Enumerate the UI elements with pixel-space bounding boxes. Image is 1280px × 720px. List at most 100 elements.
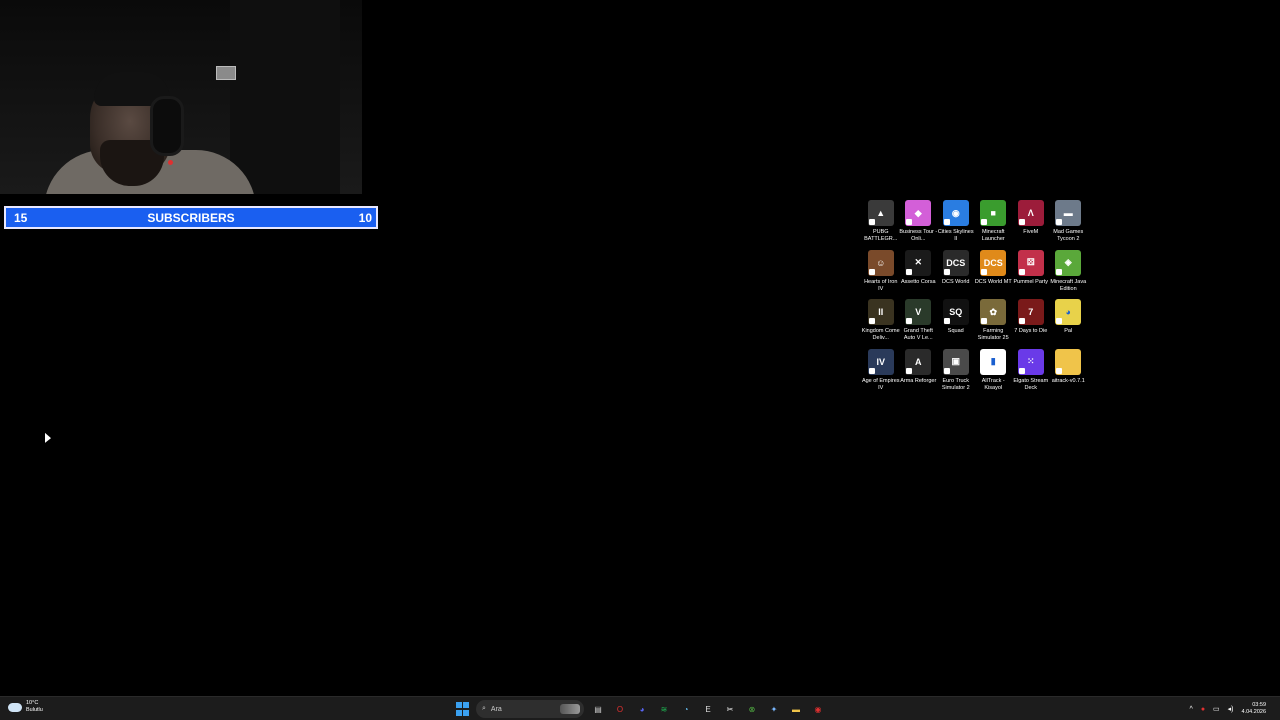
- clock[interactable]: 03:59 4.04.2026: [1242, 702, 1266, 716]
- cloud-icon: [8, 702, 22, 712]
- weather-widget[interactable]: 10°C Bulutlu: [8, 700, 43, 714]
- xbox-icon[interactable]: ⊗: [744, 701, 760, 717]
- arma-reforger-icon: A: [905, 348, 932, 375]
- desktop-shortcut[interactable]: ▲ PUBG BATTLEGR...: [862, 200, 900, 250]
- minecraft-java-icon: ◈: [1055, 249, 1082, 276]
- desktop-shortcut-label: Arma Reforger: [900, 377, 937, 384]
- desktop-shortcut[interactable]: ✕ Assetto Corsa: [900, 249, 938, 300]
- desktop-shortcut[interactable]: ▬ Mad Games Tycoon 2: [1050, 200, 1088, 250]
- desktop-shortcut[interactable]: Λ FiveM: [1012, 200, 1050, 250]
- desktop-shortcut-label: AllTrack - Kisayol: [981, 377, 1005, 391]
- desktop-shortcut[interactable]: aitrack-v0.7.1: [1050, 348, 1088, 399]
- desktop-shortcut[interactable]: ⁙ Elgato Stream Deck: [1012, 348, 1050, 399]
- desktop-shortcut[interactable]: A Arma Reforger: [900, 348, 938, 399]
- desktop-shortcut[interactable]: ▣ Euro Truck Simulator 2: [937, 348, 975, 399]
- shortcut-arrow-icon: [943, 367, 950, 374]
- desktop-shortcut[interactable]: ⚄ Pummel Party: [1012, 249, 1050, 300]
- subscriber-right-count: 10: [358, 210, 372, 225]
- dcs-world-icon: DCS: [942, 249, 969, 276]
- folder-icon: [1055, 348, 1082, 375]
- alltrack-icon: ▮: [980, 348, 1007, 375]
- microphone-icon[interactable]: ●: [1201, 706, 1205, 713]
- folder-icon[interactable]: ▬: [788, 701, 804, 717]
- capcut-icon[interactable]: ✂: [722, 701, 738, 717]
- kingdom-come-icon: II: [867, 299, 894, 325]
- desktop-shortcut[interactable]: ✿ Farming Simulator 25: [975, 299, 1013, 349]
- spotify-icon[interactable]: ≋: [656, 701, 672, 717]
- subscriber-left-count: 15: [14, 210, 28, 225]
- desktop-shortcut[interactable]: IV Age of Empires IV: [862, 348, 900, 399]
- shortcut-arrow-icon: [1018, 367, 1025, 374]
- clock-date: 4.04.2026: [1241, 709, 1266, 715]
- desktop-shortcut[interactable]: ◕ Pal: [1050, 299, 1088, 349]
- shortcut-arrow-icon: [943, 268, 950, 275]
- search-placeholder: Ara: [490, 705, 502, 713]
- desktop-shortcut-label: Squad: [947, 328, 964, 334]
- desktop-shortcut[interactable]: DCS DCS World: [937, 249, 975, 300]
- desktop-shortcut[interactable]: V Grand Theft Auto V Le...: [900, 299, 938, 349]
- desktop-shortcut[interactable]: ◈ Minecraft Java Edition: [1050, 249, 1088, 300]
- desktop-shortcut-label: Cities Skylines II: [937, 229, 974, 242]
- search-highlight-icon: [560, 704, 580, 714]
- mad-games-tycoon-icon: ▬: [1055, 200, 1082, 226]
- pubg-icon: ▲: [867, 200, 894, 226]
- desktop-shortcut-label: Hearts of Iron IV: [864, 278, 898, 292]
- desktop-shortcut[interactable]: II Kingdom Come Deliv...: [862, 299, 900, 349]
- hearts-of-iron-icon: ☺: [867, 249, 894, 276]
- desktop-shortcut[interactable]: ◉ Cities Skylines II: [937, 200, 975, 250]
- file-explorer-icon[interactable]: ▤: [590, 701, 606, 717]
- 7-days-to-die-icon: 7: [1017, 299, 1044, 325]
- pal-icon: ◕: [1055, 299, 1082, 325]
- network-icon[interactable]: ▭: [1213, 705, 1220, 713]
- desktop-shortcut[interactable]: 7 7 Days to Die: [1012, 299, 1050, 349]
- desktop-shortcut-label: Euro Truck Simulator 2: [941, 377, 970, 391]
- shortcut-arrow-icon: [906, 219, 913, 225]
- desktop-shortcut-label: Farming Simulator 25: [977, 328, 1009, 341]
- system-tray: ^ ● ▭ ◂) 03:59 4.04.2026: [1190, 699, 1266, 719]
- shortcut-arrow-icon: [981, 318, 988, 324]
- clock-time: 03:59: [1252, 702, 1266, 708]
- age-of-empires-icon: IV: [867, 348, 894, 375]
- desktop-shortcut[interactable]: ▮ AllTrack - Kisayol: [975, 348, 1013, 399]
- shortcut-arrow-icon: [1056, 367, 1063, 374]
- shortcut-arrow-icon: [906, 318, 913, 324]
- business-tour-icon: ◆: [905, 200, 932, 226]
- weather-desc: Bulutlu: [26, 707, 43, 713]
- shortcut-arrow-icon: [981, 268, 988, 275]
- discord-icon[interactable]: ◕: [634, 701, 650, 717]
- desktop-shortcut[interactable]: ■ Minecraft Launcher: [975, 200, 1013, 250]
- shortcut-arrow-icon: [1018, 219, 1025, 225]
- shortcut-arrow-icon: [1056, 268, 1063, 275]
- shortcut-arrow-icon: [1056, 318, 1063, 324]
- minecraft-launcher-icon: ■: [980, 200, 1007, 226]
- epic-games-icon[interactable]: E: [700, 701, 716, 717]
- wall-picture: [216, 66, 236, 80]
- mouse-cursor-icon: [45, 432, 51, 446]
- obs-icon[interactable]: ◉: [810, 701, 826, 717]
- opera-icon[interactable]: O: [612, 701, 628, 717]
- weather-temp: 10°C: [26, 700, 39, 706]
- desktop-shortcut-label: Grand Theft Auto V Le...: [903, 328, 933, 341]
- desktop-shortcut-label: Mad Games Tycoon 2: [1053, 229, 1084, 242]
- copilot-icon[interactable]: ✦: [766, 701, 782, 717]
- dcs-world-mt-icon: DCS: [980, 249, 1007, 276]
- desktop-shortcut[interactable]: ☺ Hearts of Iron IV: [862, 249, 900, 300]
- cities-skylines-icon: ◉: [942, 200, 969, 226]
- shortcut-arrow-icon: [868, 367, 875, 374]
- steam-icon[interactable]: ◔: [678, 701, 694, 717]
- taskbar: 10°C Bulutlu ⌕ Ara ▤ O ◕ ≋ ◔ E ✂ ⊗ ✦ ▬ ◉ ^ ● ▭ ◂) …: [0, 696, 1280, 720]
- desktop-shortcut-label: PUBG BATTLEGR...: [864, 229, 898, 242]
- desktop-shortcut[interactable]: ◆ Business Tour - Onli...: [899, 200, 937, 250]
- start-button[interactable]: [454, 701, 470, 717]
- stream-deck-icon: ⁙: [1017, 348, 1044, 375]
- desktop-shortcut-label: DCS World MT: [974, 278, 1012, 285]
- chevron-up-icon[interactable]: ^: [1190, 706, 1193, 713]
- taskbar-search[interactable]: ⌕ Ara: [476, 700, 584, 718]
- desktop-shortcut[interactable]: DCS DCS World MT: [974, 249, 1013, 300]
- shortcut-arrow-icon: [1018, 318, 1025, 324]
- desktop: 15 SUBSCRIBERS 10 ▲ PUBG BATTLEGR... ◆ Busi…: [0, 0, 1280, 696]
- shortcut-arrow-icon: [868, 318, 875, 324]
- shortcut-arrow-icon: [868, 268, 875, 275]
- desktop-shortcut[interactable]: SQ Squad: [937, 299, 975, 349]
- volume-icon[interactable]: ◂): [1228, 705, 1234, 713]
